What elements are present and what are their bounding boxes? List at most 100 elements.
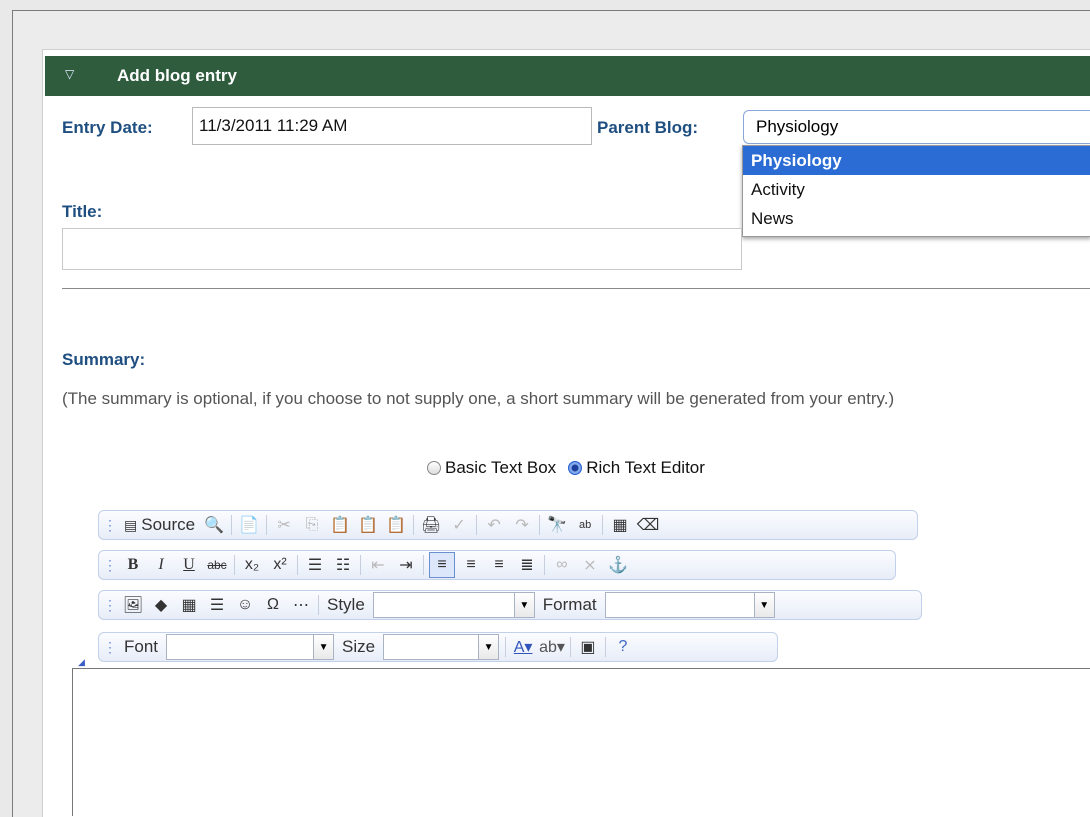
dropdown-option-physiology[interactable]: Physiology: [743, 146, 1090, 175]
grip-icon: ⋮: [103, 516, 117, 533]
parent-blog-label: Parent Blog:: [597, 118, 699, 137]
bold-icon[interactable]: B: [121, 553, 145, 577]
select-all-icon[interactable]: ▦: [608, 513, 632, 537]
chevron-down-icon[interactable]: ▼: [754, 592, 775, 618]
underline-icon[interactable]: U: [177, 553, 201, 577]
size-combo[interactable]: ▼: [383, 634, 500, 660]
paste-word-icon[interactable]: 📋: [384, 513, 408, 537]
separator: [505, 637, 507, 657]
toolbar-row-3: ⋮ 🖼 ◆ ▦ ☰ ☺ Ω ⋯ Style ▼ Format ▼: [98, 590, 922, 620]
page-break-icon[interactable]: ⋯: [289, 593, 313, 617]
parent-blog-select[interactable]: Physiology: [743, 110, 1090, 144]
chevron-down-icon[interactable]: ▼: [479, 634, 500, 660]
outdent-icon[interactable]: ⇤: [366, 553, 390, 577]
grip-icon: ⋮: [103, 556, 117, 573]
size-label: Size: [342, 637, 376, 656]
align-center-icon[interactable]: ≡: [459, 553, 483, 577]
editor-content-area[interactable]: [72, 668, 1090, 816]
separator: [234, 555, 235, 575]
numbered-list-icon[interactable]: ☰: [303, 553, 327, 577]
toolbar-collapse-icon[interactable]: ◢: [78, 657, 85, 668]
source-button[interactable]: ▤ Source: [121, 513, 198, 537]
format-combo-field[interactable]: [604, 592, 755, 618]
indent-icon[interactable]: ⇥: [394, 553, 418, 577]
replace-icon[interactable]: ab: [573, 513, 597, 537]
bulleted-list-icon[interactable]: ☷: [331, 553, 355, 577]
divider: [62, 288, 1090, 289]
find-icon[interactable]: 🔭: [545, 513, 569, 537]
separator: [602, 515, 604, 535]
section-header[interactable]: ▽ Add blog entry: [45, 56, 1090, 96]
justify-icon[interactable]: ≣: [515, 553, 539, 577]
link-icon[interactable]: ∞: [550, 553, 574, 577]
paste-text-icon[interactable]: 📋: [356, 513, 380, 537]
background-color-icon[interactable]: ab▾: [539, 635, 565, 659]
dropdown-option-news[interactable]: News: [743, 204, 1090, 233]
maximize-icon[interactable]: ▣: [576, 635, 600, 659]
align-left-icon[interactable]: ≡: [429, 552, 455, 578]
format-label: Format: [542, 595, 597, 614]
toolbar-row-2: ⋮ B I U abc x₂ x² ☰ ☷ ⇤ ⇥ ≡ ≡ ≡ ≣ ∞ ⨯ ⚓: [98, 550, 896, 580]
style-combo[interactable]: ▼: [372, 592, 535, 618]
preview-icon[interactable]: 🔍: [202, 513, 226, 537]
chevron-down-icon[interactable]: ▼: [514, 592, 535, 618]
table-icon[interactable]: ▦: [177, 593, 201, 617]
smiley-icon[interactable]: ☺: [233, 593, 257, 617]
font-combo-field[interactable]: [166, 634, 315, 660]
format-combo[interactable]: ▼: [604, 592, 775, 618]
separator: [318, 595, 319, 615]
separator: [544, 555, 545, 575]
superscript-icon[interactable]: x²: [268, 553, 292, 577]
align-right-icon[interactable]: ≡: [487, 553, 511, 577]
title-input[interactable]: [62, 228, 742, 270]
parent-blog-dropdown: Physiology Activity News: [742, 145, 1090, 237]
copy-icon[interactable]: ⎘: [300, 513, 324, 537]
cut-icon[interactable]: ✂: [272, 513, 296, 537]
subscript-icon[interactable]: x₂: [240, 553, 264, 577]
collapse-triangle-icon[interactable]: ▽: [65, 67, 74, 81]
horizontal-rule-icon[interactable]: ☰: [205, 593, 229, 617]
separator: [413, 515, 415, 535]
style-label: Style: [327, 595, 365, 614]
remove-format-icon[interactable]: ⌫: [636, 513, 660, 537]
separator: [266, 515, 268, 535]
help-icon[interactable]: ?: [611, 635, 635, 659]
font-combo[interactable]: ▼: [166, 634, 335, 660]
separator: [231, 515, 233, 535]
anchor-icon[interactable]: ⚓: [606, 553, 630, 577]
italic-icon[interactable]: I: [149, 553, 173, 577]
separator: [569, 637, 571, 657]
undo-icon[interactable]: ↶: [482, 513, 506, 537]
templates-icon[interactable]: 📄: [237, 513, 261, 537]
unlink-icon[interactable]: ⨯: [578, 553, 602, 577]
font-label: Font: [124, 637, 159, 656]
print-icon[interactable]: 🖨: [419, 513, 443, 537]
style-combo-field[interactable]: [372, 592, 515, 618]
redo-icon[interactable]: ↷: [510, 513, 534, 537]
radio-rich-text-editor[interactable]: [568, 461, 583, 475]
source-label: Source: [141, 515, 196, 534]
radio-basic-label: Basic Text Box: [445, 458, 557, 477]
radio-basic-text-box[interactable]: [427, 461, 441, 475]
strikethrough-icon[interactable]: abc: [205, 553, 229, 577]
paste-icon[interactable]: 📋: [328, 513, 352, 537]
toolbar-row-4: ⋮ Font ▼ Size ▼ A▾ ab▾ ▣ ?: [98, 632, 778, 662]
separator: [423, 555, 424, 575]
special-char-icon[interactable]: Ω: [261, 593, 285, 617]
summary-label: Summary:: [62, 350, 146, 369]
dropdown-option-activity[interactable]: Activity: [743, 175, 1090, 204]
spellcheck-icon[interactable]: ✓: [447, 513, 471, 537]
separator: [476, 515, 478, 535]
chevron-down-icon[interactable]: ▼: [314, 634, 335, 660]
separator: [297, 555, 298, 575]
flash-icon[interactable]: ◆: [149, 593, 173, 617]
separator: [604, 637, 606, 657]
grip-icon: ⋮: [103, 638, 117, 655]
editor-mode-radios: Basic Text Box Rich Text Editor: [427, 458, 705, 478]
size-combo-field[interactable]: [383, 634, 480, 660]
entry-date-input[interactable]: 11/3/2011 11:29 AM: [192, 107, 592, 145]
text-color-icon[interactable]: A▾: [511, 635, 535, 659]
image-icon[interactable]: 🖼: [121, 593, 145, 617]
grip-icon: ⋮: [103, 596, 117, 613]
radio-rich-label: Rich Text Editor: [586, 458, 705, 477]
